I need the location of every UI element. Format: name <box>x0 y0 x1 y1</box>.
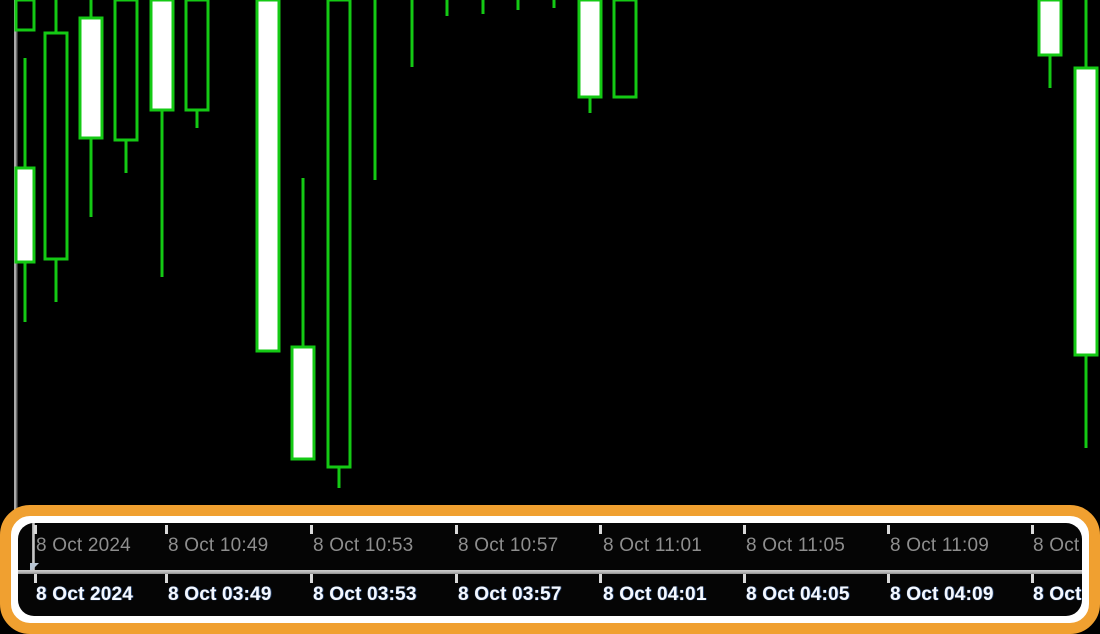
axis-tick-mark-icon <box>310 574 313 583</box>
axis-tick-mark-icon <box>599 525 602 534</box>
primary-time-label: 8 Oct 11:05 <box>746 535 846 556</box>
candle-wick <box>445 0 449 16</box>
candle <box>481 0 485 14</box>
candle-body <box>1037 0 1063 57</box>
candle <box>43 0 69 302</box>
primary-time-label: 8 Oct 10:57 <box>458 535 559 556</box>
primary-time-label: 8 Oct 11:01 <box>603 535 703 556</box>
candle <box>552 0 556 8</box>
axis-tick-mark-icon <box>743 574 746 583</box>
secondary-time-label: 8 Oct 0 <box>1033 584 1082 605</box>
axis-tick-mark-icon <box>34 574 37 583</box>
candle-body <box>43 31 69 261</box>
axis-tick-mark-icon <box>455 525 458 534</box>
candle-body <box>14 166 36 264</box>
secondary-time-label: 8 Oct 04:05 <box>746 584 850 605</box>
candle <box>290 178 316 461</box>
candle <box>113 0 139 173</box>
candle-wick <box>373 0 377 180</box>
candle <box>149 0 175 277</box>
axis-tick-mark-icon <box>1031 574 1034 583</box>
candle-series <box>14 0 1099 488</box>
candle <box>1037 0 1063 88</box>
candle <box>1073 0 1099 448</box>
candle <box>577 0 603 113</box>
axis-tick-mark-icon <box>455 574 458 583</box>
secondary-time-label: 8 Oct 03:57 <box>458 584 562 605</box>
axis-tick-mark-icon <box>743 525 746 534</box>
secondary-time-label: 8 Oct 03:49 <box>168 584 272 605</box>
axis-tick-mark-icon <box>1031 525 1034 534</box>
axis-tick-mark-icon <box>310 525 313 534</box>
axis-tick-mark-icon <box>34 525 37 534</box>
time-axis-row-primary[interactable]: 8 Oct 2024 8 Oct 10:49 8 Oct 10:53 8 Oct 10… <box>18 523 1082 572</box>
secondary-time-label: 8 Oct 04:01 <box>603 584 707 605</box>
candle <box>516 0 520 10</box>
time-axis-inner: 8 Oct 2024 8 Oct 10:49 8 Oct 10:53 8 Oct 10… <box>18 523 1082 616</box>
primary-time-label: 8 Oct 10:49 <box>168 535 269 556</box>
candle-body <box>184 0 210 112</box>
axis-tick-mark-icon <box>887 525 890 534</box>
time-axis-row-secondary[interactable]: 8 Oct 2024 8 Oct 03:49 8 Oct 03:53 8 Oct 03… <box>18 572 1082 616</box>
candle-body <box>326 0 352 469</box>
candle-body <box>290 345 316 461</box>
primary-time-label: 8 Oct 11:09 <box>890 535 990 556</box>
chart-plot-area[interactable] <box>0 0 1100 514</box>
candle <box>184 0 210 128</box>
candle-body <box>612 0 638 99</box>
primary-time-label: 8 Oct 1 <box>1033 535 1082 556</box>
candle <box>14 0 36 32</box>
candle-body <box>1073 66 1099 357</box>
candlestick-plot <box>14 0 1099 514</box>
candle-wick <box>410 0 414 67</box>
candle <box>410 0 414 67</box>
candle <box>373 0 377 180</box>
time-axis-highlight-box[interactable]: 8 Oct 2024 8 Oct 10:49 8 Oct 10:53 8 Oct 10… <box>0 505 1100 634</box>
primary-time-label: 8 Oct 10:53 <box>313 535 414 556</box>
candle <box>445 0 449 16</box>
candle-wick <box>516 0 520 10</box>
candle-body <box>78 16 104 140</box>
candle-wick <box>552 0 556 8</box>
candle <box>14 58 36 322</box>
secondary-time-label: 8 Oct 03:53 <box>313 584 417 605</box>
candle <box>78 0 104 217</box>
axis-tick-mark-icon <box>165 574 168 583</box>
secondary-time-label: 8 Oct 04:09 <box>890 584 994 605</box>
candle-body <box>255 0 281 353</box>
candle-body <box>14 0 36 32</box>
primary-time-label: 8 Oct 2024 <box>36 535 131 556</box>
axis-tick-mark-icon <box>887 574 890 583</box>
secondary-time-label: 8 Oct 2024 <box>36 584 134 605</box>
axis-tick-mark-icon <box>599 574 602 583</box>
candle-body <box>577 0 603 99</box>
candle-wick <box>481 0 485 14</box>
candle-body <box>149 0 175 112</box>
candle <box>326 0 352 488</box>
candlestick-chart-screen: 8 Oct 2024 8 Oct 10:49 8 Oct 10:53 8 Oct 10… <box>0 0 1100 634</box>
candle <box>255 0 281 353</box>
candle <box>612 0 638 99</box>
candle-body <box>113 0 139 142</box>
axis-tick-mark-icon <box>165 525 168 534</box>
